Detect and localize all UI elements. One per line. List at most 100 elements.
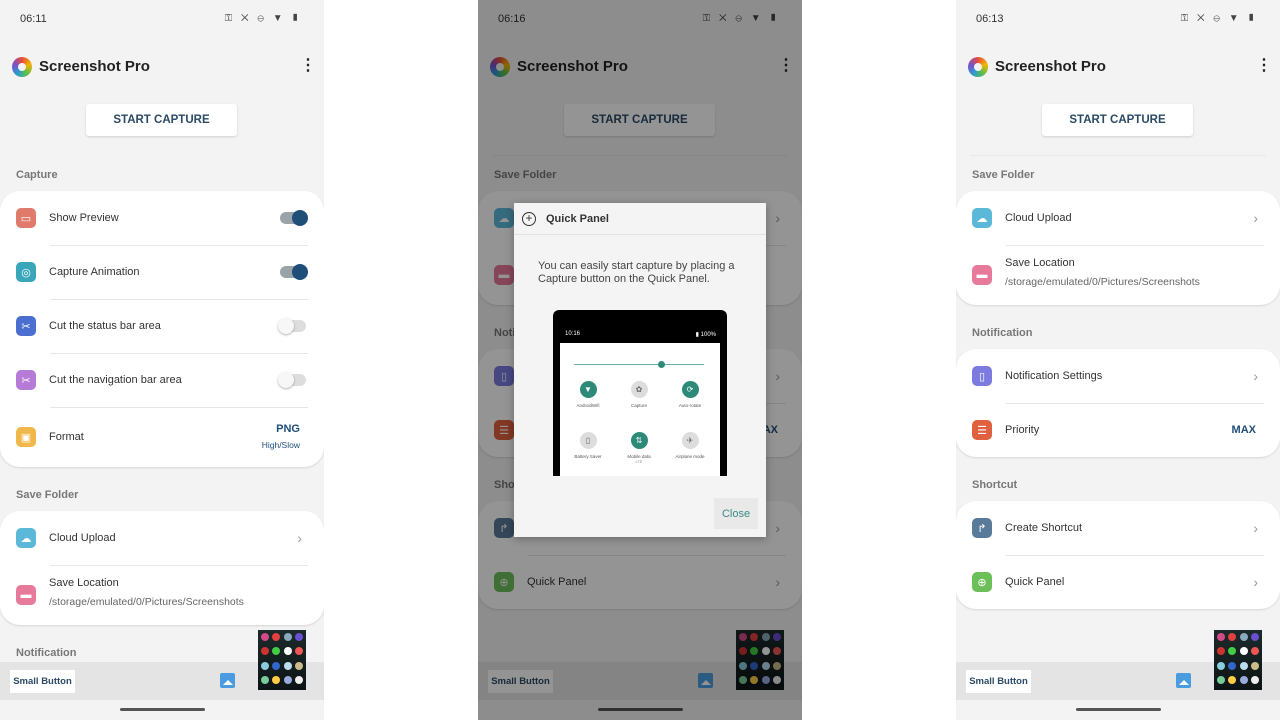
setting-row[interactable]: ▬ Save Location/storage/emulated/0/Pictur… bbox=[956, 245, 1280, 305]
thumbnail-app-icon bbox=[1250, 633, 1259, 641]
tile-sublabel: LTE bbox=[635, 459, 643, 464]
setting-label: Priority bbox=[1005, 424, 1040, 436]
setting-row[interactable]: ☰ Priority MAX bbox=[956, 403, 1280, 457]
quick-tile: ✿ Capture bbox=[614, 381, 664, 408]
thumbnail-app-icon bbox=[272, 675, 281, 684]
preview-icon: ▭ bbox=[16, 208, 36, 228]
thumbnail-app-icon bbox=[283, 675, 292, 684]
setting-row[interactable]: ◎ Capture Animation bbox=[0, 245, 324, 299]
plus-circle-icon: + bbox=[522, 211, 536, 226]
setting-row[interactable]: ▣ Format PNG High/Slow bbox=[0, 407, 324, 467]
toggle-thumb[interactable] bbox=[292, 210, 308, 226]
screenshot-thumbnail[interactable] bbox=[1214, 630, 1262, 690]
thumbnail-app-icon bbox=[1217, 647, 1225, 656]
phone-screen: 06:16 ⚿ ✕ ⊖ ▼ ▮ Screenshot Pro ⋮ START CAPTU… bbox=[478, 0, 802, 720]
setting-row[interactable]: ▭ Show Preview bbox=[0, 191, 324, 245]
setting-row[interactable]: ⊕ Quick Panel › bbox=[956, 555, 1280, 609]
toggle-thumb[interactable] bbox=[292, 264, 308, 280]
app-logo-icon bbox=[12, 57, 32, 77]
chevron-right-icon: › bbox=[1253, 574, 1258, 590]
setting-row[interactable]: ☁ Cloud Upload › bbox=[0, 511, 324, 565]
thumbnail-app-icon bbox=[1217, 675, 1225, 684]
quick-panel-illustration: 10:16 ▮ 100% ▼ AndroidWifi ✿ Capture ⟳ Auto-rot… bbox=[553, 310, 727, 476]
thumbnail-app-icon bbox=[1217, 633, 1225, 641]
toggle-switch[interactable] bbox=[280, 264, 308, 280]
setting-row[interactable]: ✂ Cut the navigation bar area bbox=[0, 353, 324, 407]
small-button[interactable]: Small Button bbox=[10, 670, 75, 693]
status-time: 06:11 bbox=[20, 13, 47, 25]
setting-row[interactable]: ↱ Create Shortcut › bbox=[956, 501, 1280, 555]
quick-panel-dialog: + Quick Panel You can easily start capture… bbox=[514, 203, 766, 537]
small-button[interactable]: Small Button bbox=[966, 670, 1031, 693]
close-button[interactable]: Close bbox=[714, 498, 758, 529]
setting-label: Show Preview bbox=[49, 212, 119, 224]
setting-row[interactable]: ▬ Save Location/storage/emulated/0/Pictur… bbox=[0, 565, 324, 625]
thumbnail-app-icon bbox=[283, 647, 292, 656]
status-icons: ⚿ ✕ ⊖ ▼ ▮ bbox=[1180, 13, 1258, 24]
tile-label: Auto-rotate bbox=[678, 403, 702, 408]
thumbnail-app-icon bbox=[261, 647, 269, 656]
navigation-handle[interactable] bbox=[1076, 708, 1161, 711]
setting-row[interactable]: ✂ Cut the status bar area bbox=[0, 299, 324, 353]
toggle-switch[interactable] bbox=[280, 210, 308, 226]
thumbnail-app-icon bbox=[283, 661, 292, 670]
section-header: Notification bbox=[972, 327, 1033, 339]
screenshot-thumbnail[interactable] bbox=[258, 630, 306, 690]
animation-icon: ◎ bbox=[16, 262, 36, 282]
folder-icon: ▬ bbox=[16, 585, 36, 605]
phone-screen: 06:11 ⚿ ✕ ⊖ ▼ ▮ Screenshot Pro ⋮ START CAPTU… bbox=[0, 0, 324, 720]
priority-icon: ☰ bbox=[972, 420, 992, 440]
setting-value: PNG bbox=[276, 423, 300, 435]
chevron-right-icon: › bbox=[297, 530, 302, 546]
thumbnail-app-icon bbox=[1228, 661, 1237, 670]
settings-list[interactable]: Save Folder ☁ Cloud Upload › ▬ Save Location /… bbox=[956, 147, 1280, 700]
thumbnail-app-icon bbox=[272, 633, 281, 641]
start-capture-button[interactable]: START CAPTURE bbox=[86, 104, 237, 136]
setting-row[interactable]: ☁ Cloud Upload › bbox=[956, 191, 1280, 245]
setting-label: Capture Animation bbox=[49, 266, 140, 278]
more-options-icon[interactable]: ⋮ bbox=[300, 57, 316, 75]
start-capture-button[interactable]: START CAPTURE bbox=[1042, 104, 1193, 136]
thumbnail-app-icon bbox=[1239, 675, 1248, 684]
thumbnail-app-icon bbox=[1217, 661, 1225, 670]
thumbnail-app-icon bbox=[261, 633, 269, 641]
dialog-header: + Quick Panel bbox=[514, 203, 766, 235]
thumbnail-app-icon bbox=[261, 675, 269, 684]
setting-label: Save Location bbox=[1005, 257, 1075, 269]
toggle-thumb[interactable] bbox=[278, 318, 294, 334]
toggle-switch[interactable] bbox=[278, 372, 306, 388]
thumbnail-app-icon bbox=[272, 661, 281, 670]
app-logo-icon bbox=[968, 57, 988, 77]
mobile-data-icon: ⇅ bbox=[630, 432, 648, 449]
thumbnail-app-icon bbox=[294, 661, 303, 670]
toggle-thumb[interactable] bbox=[278, 372, 294, 388]
capture-icon: ✿ bbox=[630, 381, 648, 398]
thumbnail-app-icon bbox=[272, 647, 281, 656]
setting-row[interactable]: ▯ Notification Settings › bbox=[956, 349, 1280, 403]
image-icon[interactable] bbox=[220, 673, 235, 688]
thumbnail-app-icon bbox=[1239, 633, 1248, 641]
chevron-right-icon: › bbox=[1253, 520, 1258, 536]
thumbnail-app-icon bbox=[1228, 675, 1237, 684]
shortcut-arrow-icon: ↱ bbox=[972, 518, 992, 538]
thumbnail-app-icon bbox=[294, 633, 303, 641]
status-icons: ⚿ ✕ ⊖ ▼ ▮ bbox=[224, 13, 302, 24]
section-header: Capture bbox=[16, 169, 58, 181]
image-icon[interactable] bbox=[1176, 673, 1191, 688]
section-header: Save Folder bbox=[16, 489, 79, 501]
settings-list[interactable]: Capture ▭ Show Preview ◎ Capture Animation ✂ C… bbox=[0, 147, 324, 700]
toggle-switch[interactable] bbox=[278, 318, 306, 334]
folder-icon: ▬ bbox=[972, 265, 992, 285]
thumbnail-app-icon bbox=[261, 661, 269, 670]
navigation-handle[interactable] bbox=[120, 708, 205, 711]
thumbnail-app-icon bbox=[283, 633, 292, 641]
quick-tile: ▯ Battery Saver bbox=[563, 432, 613, 459]
settings-card: ▭ Show Preview ◎ Capture Animation ✂ Cut the … bbox=[0, 191, 324, 467]
section-header: Shortcut bbox=[972, 479, 1018, 491]
setting-label: Save Location bbox=[49, 577, 119, 589]
more-options-icon[interactable]: ⋮ bbox=[1256, 57, 1272, 75]
thumbnail-app-icon bbox=[1228, 633, 1237, 641]
thumbnail-app-icon bbox=[1250, 675, 1259, 684]
settings-card: ☁ Cloud Upload › ▬ Save Location/storage/emu… bbox=[0, 511, 324, 625]
scissors-icon: ✂ bbox=[16, 316, 36, 336]
